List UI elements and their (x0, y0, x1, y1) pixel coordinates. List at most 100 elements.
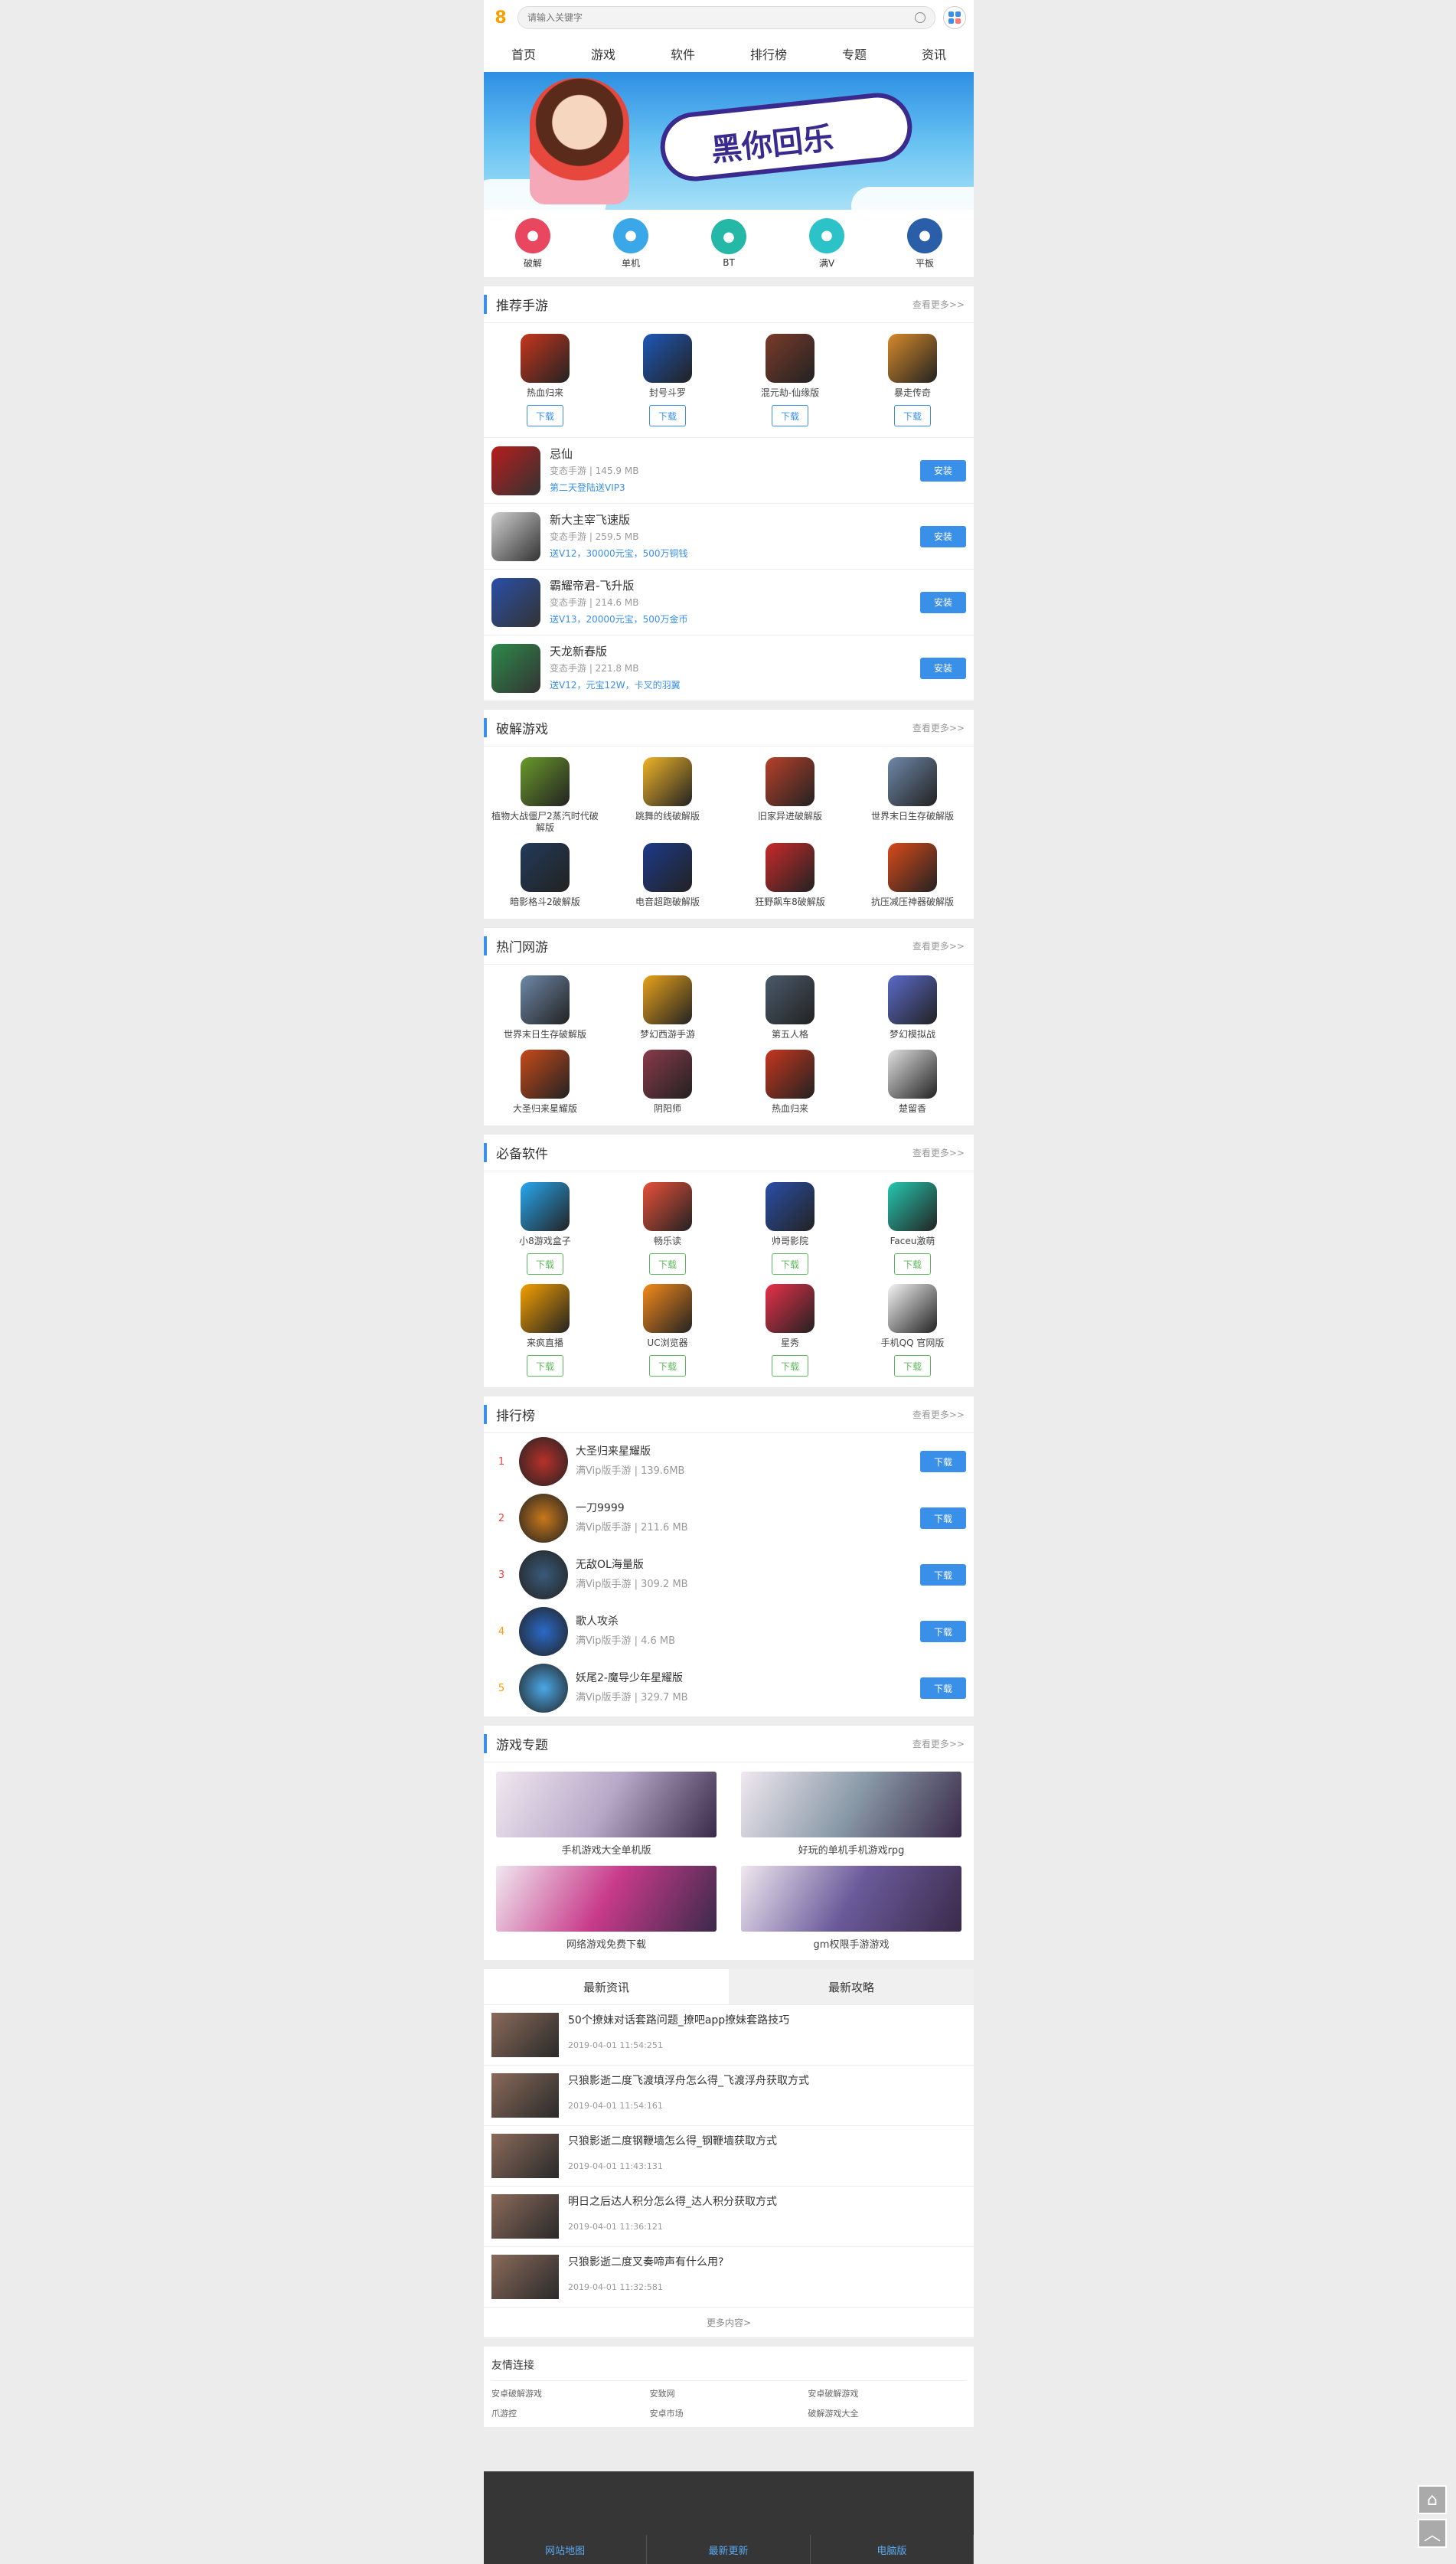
news-thumbnail[interactable] (491, 2194, 559, 2239)
app-icon[interactable] (491, 446, 540, 495)
friend-link[interactable]: 破解游戏大全 (808, 2407, 966, 2419)
app-icon[interactable] (766, 757, 815, 806)
app-item[interactable]: 畅乐读 下载 (606, 1177, 729, 1279)
topic-image[interactable] (741, 1866, 961, 1932)
footer-link[interactable]: 最新更新 (647, 2535, 811, 2564)
download-button[interactable]: 下载 (772, 1355, 808, 1377)
news-item[interactable]: 只狼影逝二度叉奏啼声有什么用? 2019-04-01 11:32:581 (484, 2246, 974, 2307)
install-button[interactable]: 安装 (920, 591, 966, 613)
app-item[interactable]: 热血归来 下载 (484, 329, 606, 431)
news-tab[interactable]: 最新资讯 (484, 1969, 729, 2004)
download-button[interactable]: 下载 (649, 1355, 686, 1377)
app-icon[interactable] (491, 577, 540, 627)
news-title[interactable]: 只狼影逝二度飞渡填浮舟怎么得_飞渡浮舟获取方式 (568, 2073, 809, 2089)
download-button[interactable]: 下载 (894, 405, 931, 426)
nav-item[interactable]: 软件 (671, 44, 695, 63)
app-icon[interactable] (888, 1284, 937, 1333)
install-button[interactable]: 安装 (920, 657, 966, 679)
app-icon[interactable] (491, 511, 540, 561)
rank-item[interactable]: 1 大圣归来星耀版 满Vip版手游 | 139.6MB 下载 (484, 1433, 974, 1490)
friend-link[interactable]: 安卓破解游戏 (808, 2387, 966, 2399)
app-icon[interactable] (888, 1182, 937, 1231)
install-button[interactable]: 安装 (920, 459, 966, 482)
download-button[interactable]: 下载 (920, 1677, 966, 1699)
news-thumbnail[interactable] (491, 2013, 559, 2057)
category-0[interactable]: ● 破解 (515, 217, 550, 269)
rank-item[interactable]: 2 一刀9999 满Vip版手游 | 211.6 MB 下载 (484, 1490, 974, 1547)
list-item[interactable]: 忌仙 变态手游 | 145.9 MB 第二天登陆送VIP3 安装 (484, 437, 974, 503)
news-title[interactable]: 50个撩妹对话套路问题_撩吧app撩妹套路技巧 (568, 2013, 789, 2028)
more-link[interactable]: 查看更多>> (912, 1146, 965, 1159)
search-box[interactable] (517, 6, 935, 29)
app-icon[interactable] (766, 1284, 815, 1333)
app-icon[interactable] (521, 1182, 570, 1231)
topic-item[interactable]: gm权限手游游戏 (741, 1866, 961, 1951)
app-icon[interactable] (519, 1437, 568, 1486)
footer-link[interactable]: 电脑版 (811, 2535, 974, 2564)
more-link[interactable]: 查看更多>> (912, 298, 965, 311)
footer-link[interactable]: 网站地图 (484, 2535, 648, 2564)
app-item[interactable]: 热血归来 (729, 1045, 851, 1119)
app-icon[interactable] (766, 843, 815, 892)
app-icon[interactable] (888, 334, 937, 383)
app-icon[interactable] (643, 757, 692, 806)
app-icon[interactable] (888, 975, 937, 1024)
app-item[interactable]: 帅哥影院 下载 (729, 1177, 851, 1279)
more-link[interactable]: 查看更多>> (912, 1408, 965, 1421)
app-icon[interactable] (766, 1050, 815, 1099)
app-icon[interactable] (643, 1182, 692, 1231)
nav-item[interactable]: 游戏 (591, 44, 615, 63)
app-item[interactable]: 星秀 下载 (729, 1279, 851, 1381)
search-input[interactable] (527, 12, 915, 23)
friend-link[interactable]: 安致网 (650, 2387, 808, 2399)
app-item[interactable]: 楚留香 (851, 1045, 974, 1119)
search-icon[interactable] (915, 12, 926, 23)
apps-icon[interactable] (943, 6, 966, 29)
list-item[interactable]: 霸耀帝君-飞升版 变态手游 | 214.6 MB 送V13，20000元宝，500万… (484, 569, 974, 635)
app-item[interactable]: 大圣归来星耀版 (484, 1045, 606, 1119)
friend-link[interactable]: 爪游控 (491, 2407, 650, 2419)
topic-item[interactable]: 好玩的单机手机游戏rpg (741, 1772, 961, 1857)
app-icon[interactable] (888, 843, 937, 892)
app-icon[interactable] (491, 643, 540, 693)
app-item[interactable]: 植物大战僵尸2蒸汽时代破解版 (484, 753, 606, 838)
site-logo[interactable]: 8 (491, 8, 510, 28)
app-icon[interactable] (643, 1284, 692, 1333)
app-item[interactable]: Faceu激萌 下载 (851, 1177, 974, 1279)
download-button[interactable]: 下载 (920, 1564, 966, 1586)
app-icon[interactable] (519, 1494, 568, 1543)
download-button[interactable]: 下载 (649, 1253, 686, 1275)
app-item[interactable]: 电音超跑破解版 (606, 838, 729, 913)
download-button[interactable]: 下载 (920, 1451, 966, 1472)
download-button[interactable]: 下载 (527, 1253, 563, 1275)
news-item[interactable]: 只狼影逝二度飞渡填浮舟怎么得_飞渡浮舟获取方式 2019-04-01 11:54:… (484, 2065, 974, 2125)
app-item[interactable]: 梦幻模拟战 (851, 971, 974, 1045)
news-title[interactable]: 明日之后达人积分怎么得_达人积分获取方式 (568, 2194, 777, 2210)
rank-item[interactable]: 3 无敌OL海量版 满Vip版手游 | 309.2 MB 下载 (484, 1547, 974, 1603)
app-item[interactable]: 小8游戏盒子 下载 (484, 1177, 606, 1279)
app-icon[interactable] (519, 1607, 568, 1656)
app-icon[interactable] (521, 1050, 570, 1099)
topic-image[interactable] (496, 1772, 717, 1837)
app-icon[interactable] (888, 1050, 937, 1099)
news-thumbnail[interactable] (491, 2073, 559, 2118)
download-button[interactable]: 下载 (649, 405, 686, 426)
app-icon[interactable] (643, 975, 692, 1024)
app-item[interactable]: 混元劫-仙缘版 下载 (729, 329, 851, 431)
app-item[interactable]: 狂野飙车8破解版 (729, 838, 851, 913)
friend-link[interactable]: 安卓市场 (650, 2407, 808, 2419)
news-thumbnail[interactable] (491, 2134, 559, 2178)
download-button[interactable]: 下载 (920, 1621, 966, 1642)
news-tab[interactable]: 最新攻略 (729, 1969, 974, 2004)
download-button[interactable]: 下载 (527, 1355, 563, 1377)
app-item[interactable]: 暴走传奇 下载 (851, 329, 974, 431)
app-item[interactable]: 来疯直播 下载 (484, 1279, 606, 1381)
category-4[interactable]: ● 平板 (907, 217, 942, 269)
news-thumbnail[interactable] (491, 2255, 559, 2299)
app-item[interactable]: 梦幻西游手游 (606, 971, 729, 1045)
download-button[interactable]: 下载 (894, 1253, 931, 1275)
download-button[interactable]: 下载 (920, 1507, 966, 1529)
nav-item[interactable]: 首页 (511, 44, 536, 63)
category-2[interactable]: ● BT (711, 219, 746, 268)
topic-image[interactable] (741, 1772, 961, 1837)
